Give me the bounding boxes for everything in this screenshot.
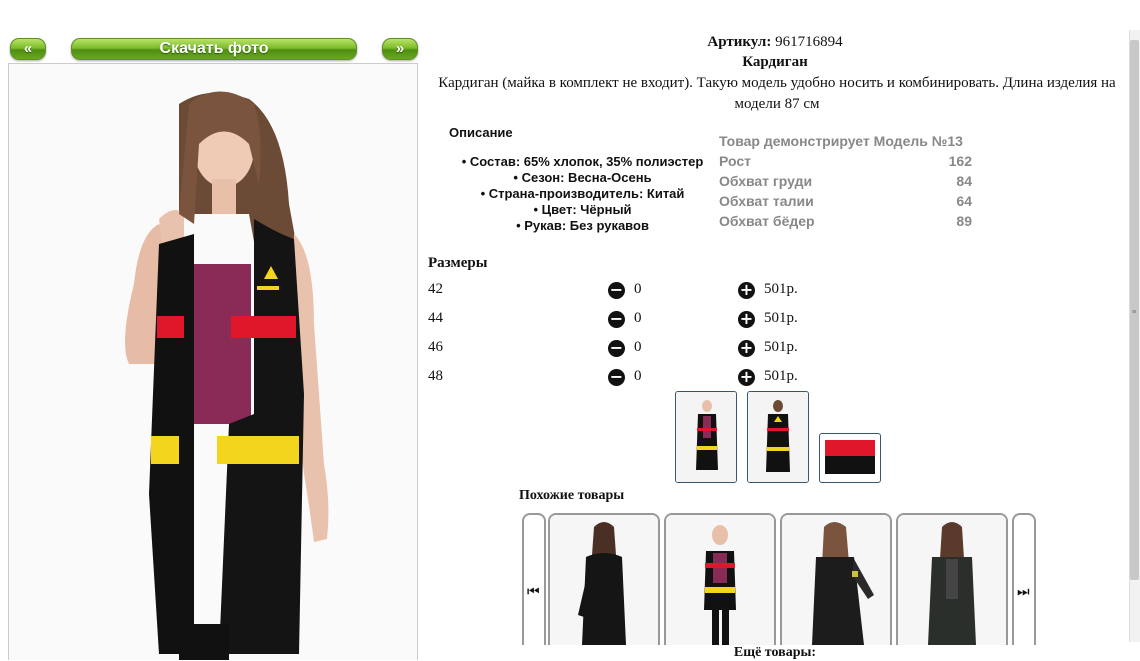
price-value: 501р. — [764, 368, 798, 384]
model-row-value: 89 — [956, 213, 972, 229]
carousel-prev-button[interactable]: ⏮ — [522, 513, 546, 645]
similar-product-card[interactable] — [548, 513, 660, 645]
model-row-label: Обхват бёдер — [719, 213, 815, 229]
plus-icon[interactable]: + — [738, 369, 755, 386]
photo-thumbnail-back[interactable] — [747, 391, 809, 483]
photo-thumbnail-front[interactable] — [675, 391, 737, 483]
size-label: 48 — [428, 368, 443, 384]
quantity-value: 0 — [634, 339, 642, 355]
minus-icon[interactable]: − — [608, 311, 625, 328]
model-row: Рост 162 — [719, 151, 972, 171]
description-heading: Описание — [449, 125, 513, 140]
plus-icon[interactable]: + — [738, 340, 755, 357]
model-row-label: Обхват груди — [719, 173, 813, 189]
download-photo-button[interactable]: Скачать фото — [71, 38, 357, 60]
quantity-value: 0 — [634, 310, 642, 326]
next-photo-button[interactable]: » — [382, 38, 418, 60]
attribute-item: • Страна-производитель: Китай — [480, 186, 685, 201]
attribute-item: • Цвет: Чёрный — [533, 202, 632, 217]
model-heading: Товар демонстрирует Модель №13 — [719, 133, 963, 149]
size-label: 46 — [428, 339, 443, 355]
model-row: Обхват груди 84 — [719, 171, 972, 191]
minus-icon[interactable]: − — [608, 369, 625, 386]
model-measurements: Товар демонстрирует Модель №13 Рост 162 … — [719, 131, 972, 231]
product-title: Кардиган — [742, 54, 808, 70]
minus-icon[interactable]: − — [608, 282, 625, 299]
model-row: Обхват бёдер 89 — [719, 211, 972, 231]
attribute-list: • Состав: 65% хлопок, 35% полиэстер • Се… — [440, 154, 725, 234]
price-value: 501р. — [764, 281, 798, 297]
plus-icon[interactable]: + — [738, 282, 755, 299]
price-value: 501р. — [764, 339, 798, 355]
size-label: 44 — [428, 310, 443, 326]
plus-icon[interactable]: + — [738, 311, 755, 328]
scrollbar-grip-icon: ≡ — [1132, 307, 1137, 316]
main-product-photo — [8, 63, 418, 660]
skip-back-icon: ⏮ — [527, 585, 540, 600]
article-label: Артикул: — [707, 34, 772, 50]
model-row-label: Рост — [719, 153, 751, 169]
model-row-value: 162 — [948, 153, 972, 169]
similar-product-card[interactable] — [664, 513, 776, 645]
model-row-label: Обхват талии — [719, 193, 814, 209]
similar-product-card[interactable] — [896, 513, 1008, 645]
article-number: Артикул: 961716894 — [420, 34, 1130, 51]
product-description: Кардиган (майка в комплект не входит). Т… — [438, 75, 1116, 112]
minus-icon[interactable]: − — [608, 340, 625, 357]
similar-products-heading: Похожие товары — [519, 488, 625, 503]
model-row: Обхват талии 64 — [719, 191, 972, 211]
article-value: 961716894 — [775, 34, 843, 50]
size-row: 48 − 0 + 501р. — [428, 368, 808, 392]
size-row: 42 − 0 + 501р. — [428, 281, 808, 305]
model-row-value: 64 — [956, 193, 972, 209]
sizes-heading: Размеры — [428, 255, 488, 271]
price-value: 501р. — [764, 310, 798, 326]
attribute-item: • Сезон: Весна-Осень — [513, 170, 652, 185]
skip-forward-icon: ⏭ — [1017, 585, 1030, 600]
previous-photo-button[interactable]: « — [10, 38, 46, 60]
color-swatch-thumbnail[interactable] — [819, 433, 881, 483]
attribute-item: • Рукав: Без рукавов — [516, 218, 649, 233]
carousel-next-button[interactable]: ⏭ — [1012, 513, 1036, 645]
size-label: 42 — [428, 281, 443, 297]
size-row: 46 − 0 + 501р. — [428, 339, 808, 363]
quantity-value: 0 — [634, 281, 642, 297]
size-row: 44 − 0 + 501р. — [428, 310, 808, 334]
similar-product-card[interactable] — [780, 513, 892, 645]
quantity-value: 0 — [634, 368, 642, 384]
model-row-value: 84 — [956, 173, 972, 189]
attribute-item: • Состав: 65% хлопок, 35% полиэстер — [461, 154, 704, 169]
